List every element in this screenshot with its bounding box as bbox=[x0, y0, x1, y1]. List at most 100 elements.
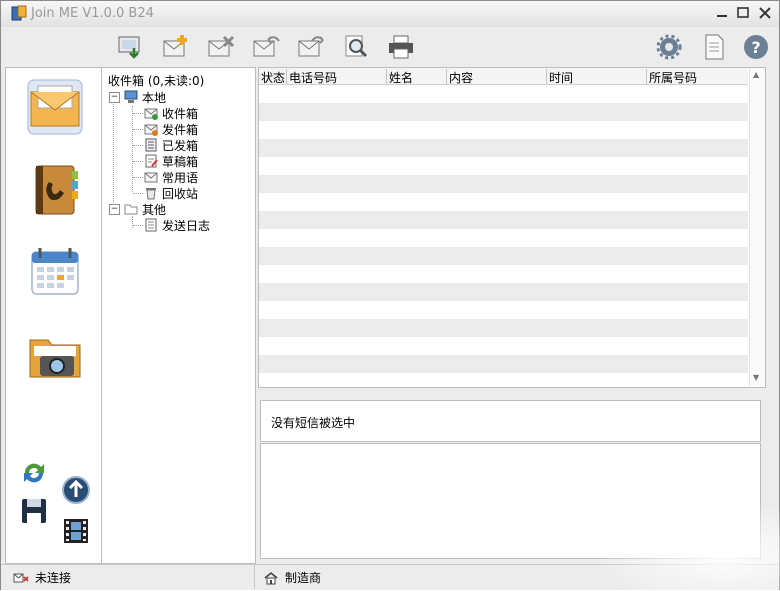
tree-item-label: 草稿箱 bbox=[162, 154, 199, 169]
film-icon[interactable] bbox=[61, 516, 91, 546]
list-row bbox=[259, 337, 748, 355]
app-window: Join ME V1.0.0 B24 ? 收件箱 (0,未读:0) − 本地 收… bbox=[0, 0, 780, 591]
settings-button[interactable] bbox=[655, 34, 683, 60]
tree-item-label: 常用语 bbox=[162, 170, 199, 185]
forward-icon bbox=[298, 36, 324, 57]
help-button[interactable]: ? bbox=[742, 34, 770, 60]
list-scrollbar[interactable]: ▲ ▼ bbox=[749, 68, 765, 386]
close-icon[interactable] bbox=[756, 4, 774, 22]
upload-icon[interactable] bbox=[61, 475, 91, 505]
minimize-icon[interactable] bbox=[713, 4, 731, 22]
computer-icon bbox=[124, 90, 138, 103]
tree-line bbox=[133, 193, 143, 194]
folder-icon bbox=[124, 204, 138, 215]
list-row bbox=[259, 85, 748, 103]
manufacturer-text: 制造商 bbox=[285, 571, 322, 585]
tree-line bbox=[133, 113, 143, 114]
list-row bbox=[259, 157, 748, 175]
tree-line bbox=[133, 225, 143, 226]
app-logo-icon bbox=[11, 5, 27, 21]
tree-item-sent[interactable]: 已发箱 bbox=[144, 137, 198, 153]
tree-item-phrases[interactable]: 常用语 bbox=[144, 169, 198, 185]
connection-status-text: 未连接 bbox=[35, 571, 72, 585]
delete-message-button[interactable] bbox=[207, 34, 235, 60]
tree-line bbox=[133, 129, 143, 130]
column-header-status[interactable]: 状态 bbox=[259, 69, 287, 85]
tree-item-drafts[interactable]: 草稿箱 bbox=[144, 153, 198, 169]
svg-text:?: ? bbox=[751, 38, 760, 57]
delete-message-icon bbox=[208, 35, 235, 57]
print-icon bbox=[389, 35, 413, 59]
print-button[interactable] bbox=[387, 34, 415, 60]
message-body-area[interactable] bbox=[260, 443, 761, 559]
folder-tree: 收件箱 (0,未读:0) − 本地 收件箱 发件箱 已发箱 草稿箱 常用语 回收… bbox=[101, 67, 256, 564]
tree-item-send-log[interactable]: 发送日志 bbox=[144, 217, 210, 233]
recycle-bin-icon bbox=[146, 188, 156, 200]
forward-button[interactable] bbox=[297, 34, 325, 60]
list-row bbox=[259, 319, 748, 337]
message-list[interactable]: 状态 电话号码 姓名 内容 时间 所属号码 ▲ ▼ bbox=[258, 67, 766, 388]
tree-line bbox=[133, 161, 143, 162]
scroll-up-icon[interactable]: ▲ bbox=[753, 70, 759, 79]
column-header-time[interactable]: 时间 bbox=[547, 69, 647, 85]
left-sidebar bbox=[5, 67, 102, 564]
tree-node-local[interactable]: 本地 bbox=[124, 89, 166, 105]
search-button[interactable] bbox=[342, 34, 370, 60]
new-message-button[interactable] bbox=[162, 34, 190, 60]
tree-line bbox=[133, 177, 143, 178]
tree-item-label: 收件箱 bbox=[162, 106, 199, 121]
list-row bbox=[259, 355, 748, 373]
tree-item-label: 已发箱 bbox=[162, 138, 199, 153]
tree-item-recycle[interactable]: 回收站 bbox=[144, 185, 198, 201]
receive-button[interactable] bbox=[117, 34, 145, 60]
calendar-icon[interactable] bbox=[26, 242, 84, 300]
tree-item-outbox[interactable]: 发件箱 bbox=[144, 121, 198, 137]
maximize-icon[interactable] bbox=[734, 4, 752, 22]
tree-item-label: 发送日志 bbox=[162, 218, 211, 233]
tree-node-other[interactable]: 其他 bbox=[124, 201, 166, 217]
sent-icon bbox=[145, 138, 157, 152]
messages-icon[interactable] bbox=[26, 78, 84, 136]
log-icon bbox=[145, 218, 157, 232]
tree-node-label: 本地 bbox=[142, 90, 167, 105]
tree-line bbox=[133, 145, 143, 146]
connection-status: 未连接 bbox=[13, 569, 71, 586]
column-header-content[interactable]: 内容 bbox=[447, 69, 547, 85]
search-icon bbox=[345, 35, 368, 58]
new-message-icon bbox=[163, 35, 187, 57]
collapse-local-toggle[interactable]: − bbox=[109, 92, 120, 103]
outbox-icon bbox=[144, 124, 158, 136]
save-icon[interactable] bbox=[19, 496, 49, 526]
list-row bbox=[259, 211, 748, 229]
help-icon: ? bbox=[744, 35, 768, 59]
list-row bbox=[259, 193, 748, 211]
no-selection-text: 没有短信被选中 bbox=[271, 416, 356, 430]
scroll-down-icon[interactable]: ▼ bbox=[753, 373, 759, 382]
column-header-owner-number[interactable]: 所属号码 bbox=[647, 69, 748, 85]
manufacturer-status: 制造商 bbox=[263, 569, 321, 586]
tree-line bbox=[132, 216, 133, 228]
toolbar: ? bbox=[1, 28, 779, 66]
column-header-name[interactable]: 姓名 bbox=[387, 69, 447, 85]
column-header-phone[interactable]: 电话号码 bbox=[287, 69, 387, 85]
reply-button[interactable] bbox=[252, 34, 280, 60]
document-button[interactable] bbox=[700, 34, 728, 60]
list-row bbox=[259, 283, 748, 301]
reply-icon bbox=[253, 36, 280, 57]
sync-icon[interactable] bbox=[19, 458, 49, 488]
document-icon bbox=[705, 34, 724, 60]
list-row bbox=[259, 139, 748, 157]
tree-item-inbox[interactable]: 收件箱 bbox=[144, 105, 198, 121]
status-bar: 未连接 制造商 bbox=[1, 564, 779, 590]
drafts-icon bbox=[145, 154, 158, 168]
tree-item-label: 回收站 bbox=[162, 186, 199, 201]
contacts-icon[interactable] bbox=[26, 161, 84, 219]
list-row bbox=[259, 121, 748, 139]
media-folder-icon[interactable] bbox=[26, 326, 84, 384]
receive-icon bbox=[118, 36, 140, 59]
list-header: 状态 电话号码 姓名 内容 时间 所属号码 bbox=[259, 68, 748, 85]
status-separator bbox=[254, 565, 255, 589]
list-row bbox=[259, 265, 748, 283]
list-row bbox=[259, 247, 748, 265]
collapse-other-toggle[interactable]: − bbox=[109, 204, 120, 215]
